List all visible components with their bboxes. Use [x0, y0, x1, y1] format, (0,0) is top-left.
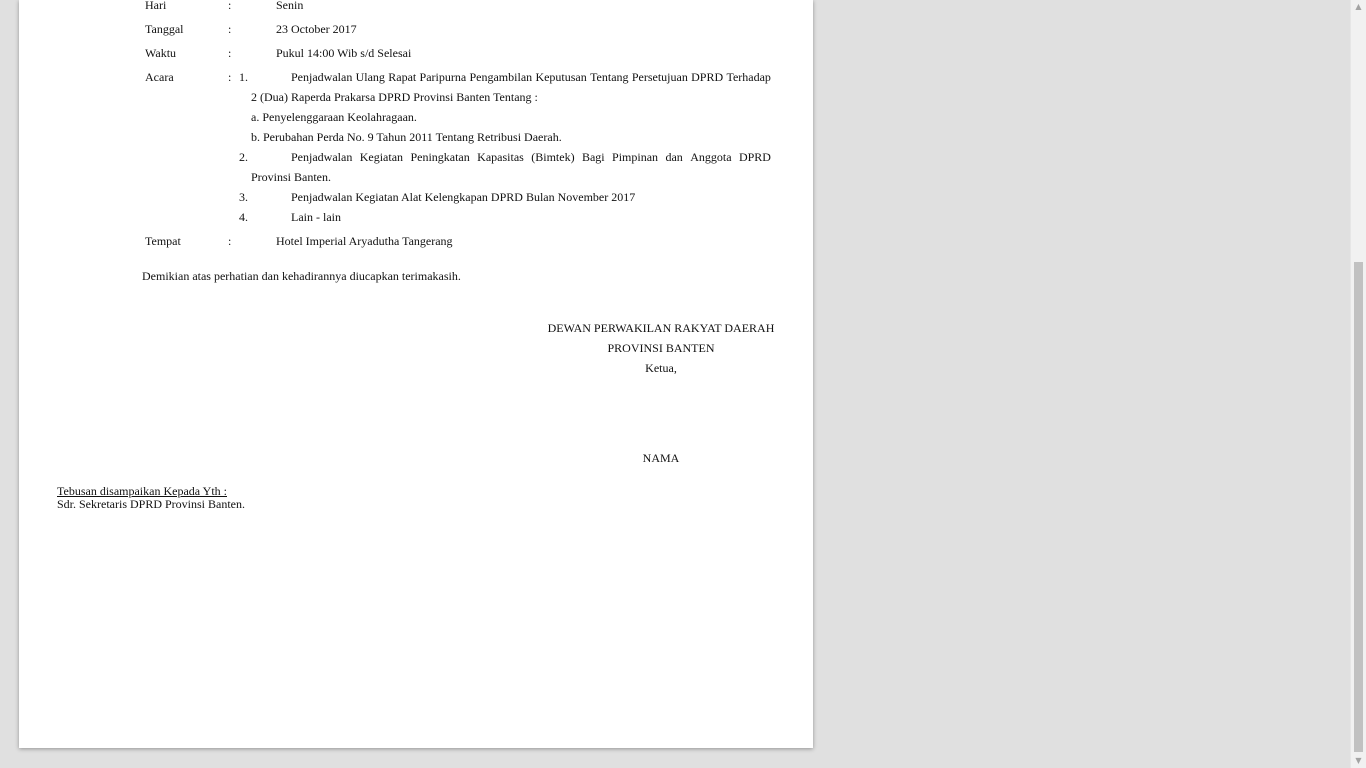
field-value-tempat: Hotel Imperial Aryadutha Tangerang	[276, 234, 453, 248]
agenda-item-number: 2.	[239, 150, 248, 164]
justified-word: Keputusan	[535, 70, 587, 84]
agenda-item-1-line2: 2 (Dua) Raperda Prakarsa DPRD Provinsi B…	[251, 90, 538, 104]
field-colon: :	[228, 0, 232, 12]
agenda-item-number: 4.	[239, 210, 248, 224]
justified-word: Terhadap	[726, 70, 771, 84]
justified-word: DPRD	[738, 150, 771, 164]
agenda-item-2-line1: Penjadwalan Kegiatan Peningkatan Kapasitas (…	[291, 149, 771, 165]
scroll-up-icon[interactable]: ▲	[1351, 0, 1366, 14]
justified-word: Penjadwalan	[291, 70, 353, 84]
justified-word: Kegiatan	[359, 150, 404, 164]
agenda-item-3-text: Penjadwalan Kegiatan Alat Kelengkapan DP…	[291, 190, 636, 204]
justified-word: Paripurna	[419, 70, 467, 84]
scrollbar-thumb[interactable]	[1354, 262, 1363, 752]
justified-word: Kapasitas	[477, 150, 524, 164]
justified-word: dan	[665, 150, 683, 164]
justified-word: Pimpinan	[612, 150, 659, 164]
closing-text: Demikian atas perhatian dan kehadirannya…	[142, 269, 461, 283]
justified-word: Persetujuan	[631, 70, 688, 84]
justified-word: Bagi	[581, 150, 605, 164]
justified-word: Peningkatan	[410, 150, 470, 164]
field-label-tempat: Tempat	[145, 234, 181, 248]
signature-org-line1: DEWAN PERWAKILAN RAKYAT DAERAH	[547, 321, 775, 335]
field-colon: :	[228, 70, 232, 84]
agenda-item-1-sub-b: b. Perubahan Perda No. 9 Tahun 2011 Tent…	[251, 130, 562, 144]
scroll-down-icon[interactable]: ▼	[1351, 754, 1366, 768]
field-colon: :	[228, 22, 232, 36]
signature-position: Ketua,	[645, 361, 677, 375]
document-page: Hari : Senin Tanggal : 23 October 2017 W…	[19, 0, 813, 748]
field-value-waktu: Pukul 14:00 Wib s/d Selesai	[276, 46, 412, 60]
agenda-item-1-sub-a: a. Penyelenggaraan Keolahragaan.	[251, 110, 417, 124]
agenda-item-1-line1: Penjadwalan Ulang Rapat Paripurna Pengambila…	[291, 69, 771, 85]
field-label-acara: Acara	[145, 70, 174, 84]
cc-recipient: Sdr. Sekretaris DPRD Provinsi Banten.	[57, 497, 245, 511]
justified-word: Ulang	[355, 70, 385, 84]
justified-word: Penjadwalan	[291, 150, 353, 164]
cc-heading: Tebusan disampaikan Kepada Yth :	[57, 484, 227, 498]
field-label-hari: Hari	[145, 0, 167, 12]
justified-word: (Bimtek)	[531, 150, 575, 164]
justified-word: Pengambilan	[469, 70, 533, 84]
field-colon: :	[228, 46, 232, 60]
field-colon: :	[228, 234, 232, 248]
agenda-item-number: 3.	[239, 190, 248, 204]
signature-name: NAMA	[642, 451, 680, 465]
agenda-item-2-line2: Provinsi Banten.	[251, 170, 331, 184]
vertical-scrollbar[interactable]: ▲ ▼	[1350, 0, 1366, 768]
justified-word: Tentang	[590, 70, 629, 84]
justified-word: Rapat	[388, 70, 417, 84]
field-label-waktu: Waktu	[145, 46, 177, 60]
justified-word: DPRD	[691, 70, 724, 84]
field-label-tanggal: Tanggal	[145, 22, 184, 36]
justified-word: Anggota	[690, 150, 732, 164]
agenda-item-4-text: Lain - lain	[291, 210, 341, 224]
signature-org-line2: PROVINSI BANTEN	[607, 341, 715, 355]
field-value-hari: Senin	[276, 0, 304, 12]
agenda-item-number: 1.	[239, 70, 248, 84]
field-value-tanggal: 23 October 2017	[276, 22, 357, 36]
